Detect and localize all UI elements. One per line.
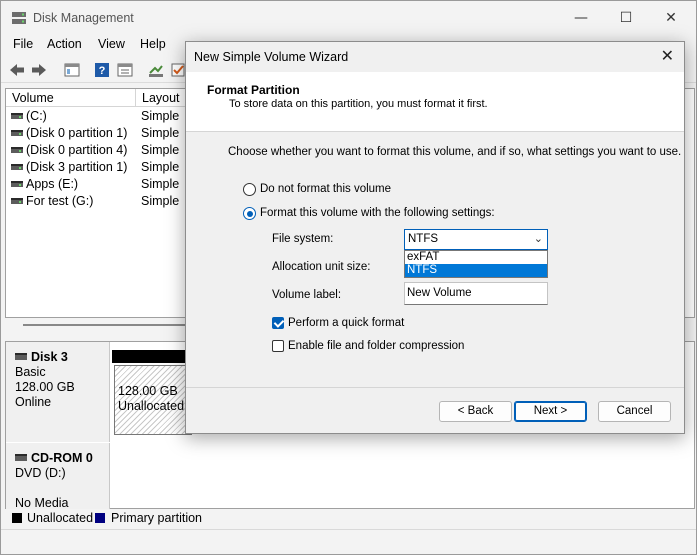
volume-layout: Simple [141,143,180,157]
format-label[interactable]: Format this volume with the following se… [260,207,495,219]
column-header-volume[interactable]: Volume [6,89,136,107]
menu-action[interactable]: Action [47,37,82,51]
disk-type: DVD (D:) [15,466,66,480]
drive-icon [11,147,23,153]
wizard-page-subtitle: To store data on this partition, you mus… [229,98,488,110]
volume-name: Apps (E:) [26,177,79,191]
file-system-select[interactable]: NTFS ⌄ [404,229,548,250]
drive-icon [11,130,23,136]
wizard-close-button[interactable]: ✕ [661,46,674,65]
chevron-down-icon[interactable]: ⌄ [534,232,543,245]
volume-layout: Simple [141,194,180,208]
volume-name: (Disk 0 partition 4) [26,143,128,157]
maximize-button[interactable]: ☐ [606,7,646,29]
file-system-label: File system: [272,233,334,245]
quick-format-label[interactable]: Perform a quick format [288,317,404,329]
partition-size: 128.00 GB [118,384,178,398]
drive-icon [11,198,23,204]
volume-layout: Simple [141,109,180,123]
file-system-dropdown: exFAT NTFS [404,250,548,278]
format-radio[interactable] [243,207,256,220]
connect-icon[interactable] [147,61,165,79]
wizard-title: New Simple Volume Wizard [194,50,349,64]
wizard-separator [186,387,684,388]
file-system-option[interactable]: exFAT [405,251,547,264]
menu-view[interactable]: View [98,37,125,51]
disk-name: Disk 3 [31,350,68,364]
volume-layout: Simple [141,160,180,174]
back-button[interactable]: < Back [439,401,512,422]
quick-format-checkbox[interactable] [272,317,284,329]
drive-icon [11,164,23,170]
disk-3-label[interactable]: Disk 3 Basic 128.00 GB Online [6,342,110,442]
properties-icon[interactable] [116,61,134,79]
unallocated-bar [112,350,192,363]
volume-name: (Disk 3 partition 1) [26,160,128,174]
volume-name: (C:) [26,109,47,123]
back-arrow-icon[interactable] [8,61,26,79]
svg-text:?: ? [99,65,106,77]
status-bar [1,529,696,554]
drive-icon [11,181,23,187]
volume-label-input[interactable]: New Volume [404,282,548,305]
volume-name: For test (G:) [26,194,94,208]
primary-partition-swatch [95,513,105,523]
compression-checkbox[interactable] [272,340,284,352]
cdrom-icon [15,454,27,461]
volume-label-label: Volume label: [272,289,342,301]
menu-file[interactable]: File [13,37,33,51]
disk-management-app-icon [12,12,26,24]
disk-icon [15,353,27,360]
cancel-button[interactable]: Cancel [598,401,671,422]
legend: Unallocated Primary partition [5,509,695,527]
disk-type: Basic [15,365,46,379]
disk-size: 128.00 GB [15,380,75,394]
cdrom-0-label[interactable]: CD-ROM 0 DVD (D:) No Media [6,443,110,510]
wizard-header: Format Partition To store data on this p… [186,72,684,132]
wizard-page-title: Format Partition [207,83,300,97]
title-bar: Disk Management — ☐ ✕ [1,1,696,35]
no-format-label[interactable]: Do not format this volume [260,183,391,195]
help-icon[interactable]: ? [93,61,111,79]
volume-layout: Simple [141,177,180,191]
no-format-radio[interactable] [243,183,256,196]
allocation-unit-label: Allocation unit size: [272,261,371,273]
unallocated-swatch [12,513,22,523]
compression-label[interactable]: Enable file and folder compression [288,340,464,352]
disk-status: Online [15,395,52,409]
new-simple-volume-wizard: New Simple Volume Wizard ✕ Format Partit… [185,41,685,434]
close-button[interactable]: ✕ [651,7,691,29]
wizard-description: Choose whether you want to format this v… [228,146,682,158]
console-tree-icon[interactable] [63,61,81,79]
legend-unallocated: Unallocated [27,511,94,525]
volume-name: (Disk 0 partition 1) [26,126,128,140]
disk-name: CD-ROM 0 [31,451,93,465]
menu-help[interactable]: Help [140,37,166,51]
drive-icon [11,113,23,119]
file-system-value: NTFS [408,233,439,245]
partition-label: Unallocated [118,399,185,413]
app-title: Disk Management [33,11,134,25]
next-button[interactable]: Next > [514,401,587,422]
minimize-button[interactable]: — [561,7,601,29]
unallocated-partition[interactable]: 128.00 GB Unallocated [114,365,192,435]
legend-primary-partition: Primary partition [111,511,202,525]
volume-layout: Simple [141,126,180,140]
file-system-option-selected[interactable]: NTFS [405,264,547,277]
forward-arrow-icon[interactable] [30,61,48,79]
